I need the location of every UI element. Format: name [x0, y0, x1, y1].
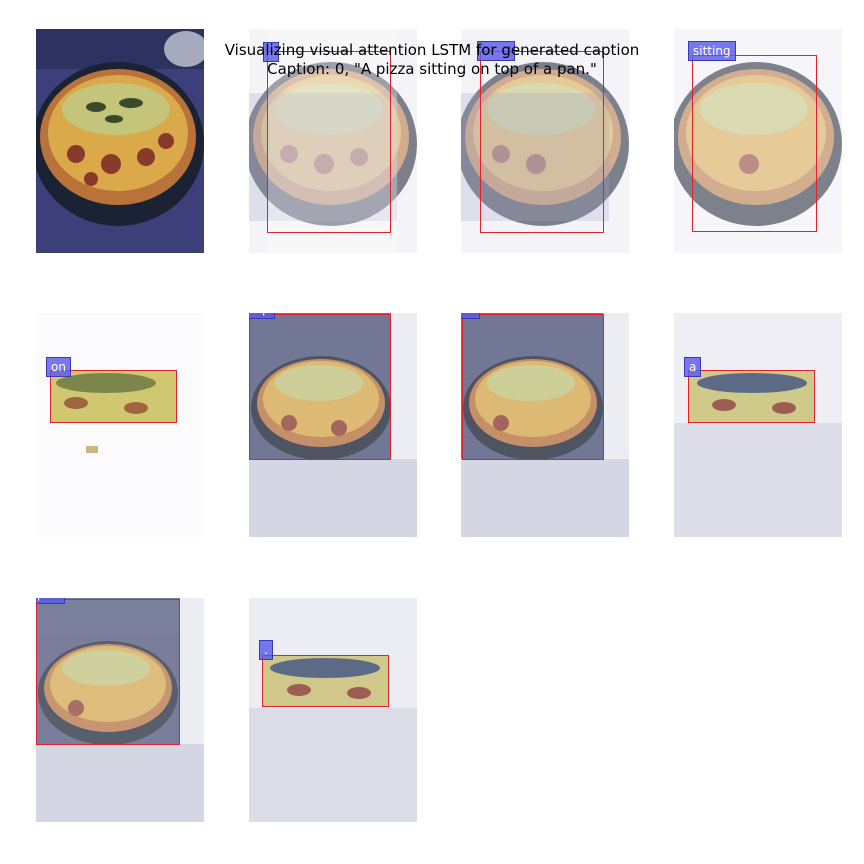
word-label: a: [684, 357, 702, 377]
attention-map: [249, 598, 417, 822]
word-label: sitting: [688, 41, 736, 61]
attention-panel-1: [249, 29, 417, 253]
attention-panel-4: on: [36, 313, 204, 537]
word-label: [263, 42, 279, 62]
attention-map: [36, 313, 204, 537]
word-label: pan: [36, 598, 65, 604]
attention-map: [461, 29, 629, 253]
word-label: of: [461, 313, 480, 319]
original-image-panel: [36, 29, 204, 253]
attention-map: [249, 29, 417, 253]
attention-panel-9: .: [249, 598, 417, 822]
attention-map: [249, 313, 417, 537]
attention-map: [36, 598, 204, 822]
attention-panel-6: of: [461, 313, 629, 537]
attention-panel-7: a: [674, 313, 842, 537]
attention-panel-2: [461, 29, 629, 253]
attention-map: [461, 313, 629, 537]
word-label: [477, 41, 515, 61]
attention-panel-8: pan: [36, 598, 204, 822]
attention-panel-5: top: [249, 313, 417, 537]
attention-map: [674, 29, 842, 253]
word-label: .: [259, 640, 273, 660]
pizza-photo: [36, 29, 204, 253]
word-label: on: [46, 357, 71, 377]
attention-map: [674, 313, 842, 537]
attention-panel-3: sitting: [674, 29, 842, 253]
word-label: top: [249, 313, 275, 319]
